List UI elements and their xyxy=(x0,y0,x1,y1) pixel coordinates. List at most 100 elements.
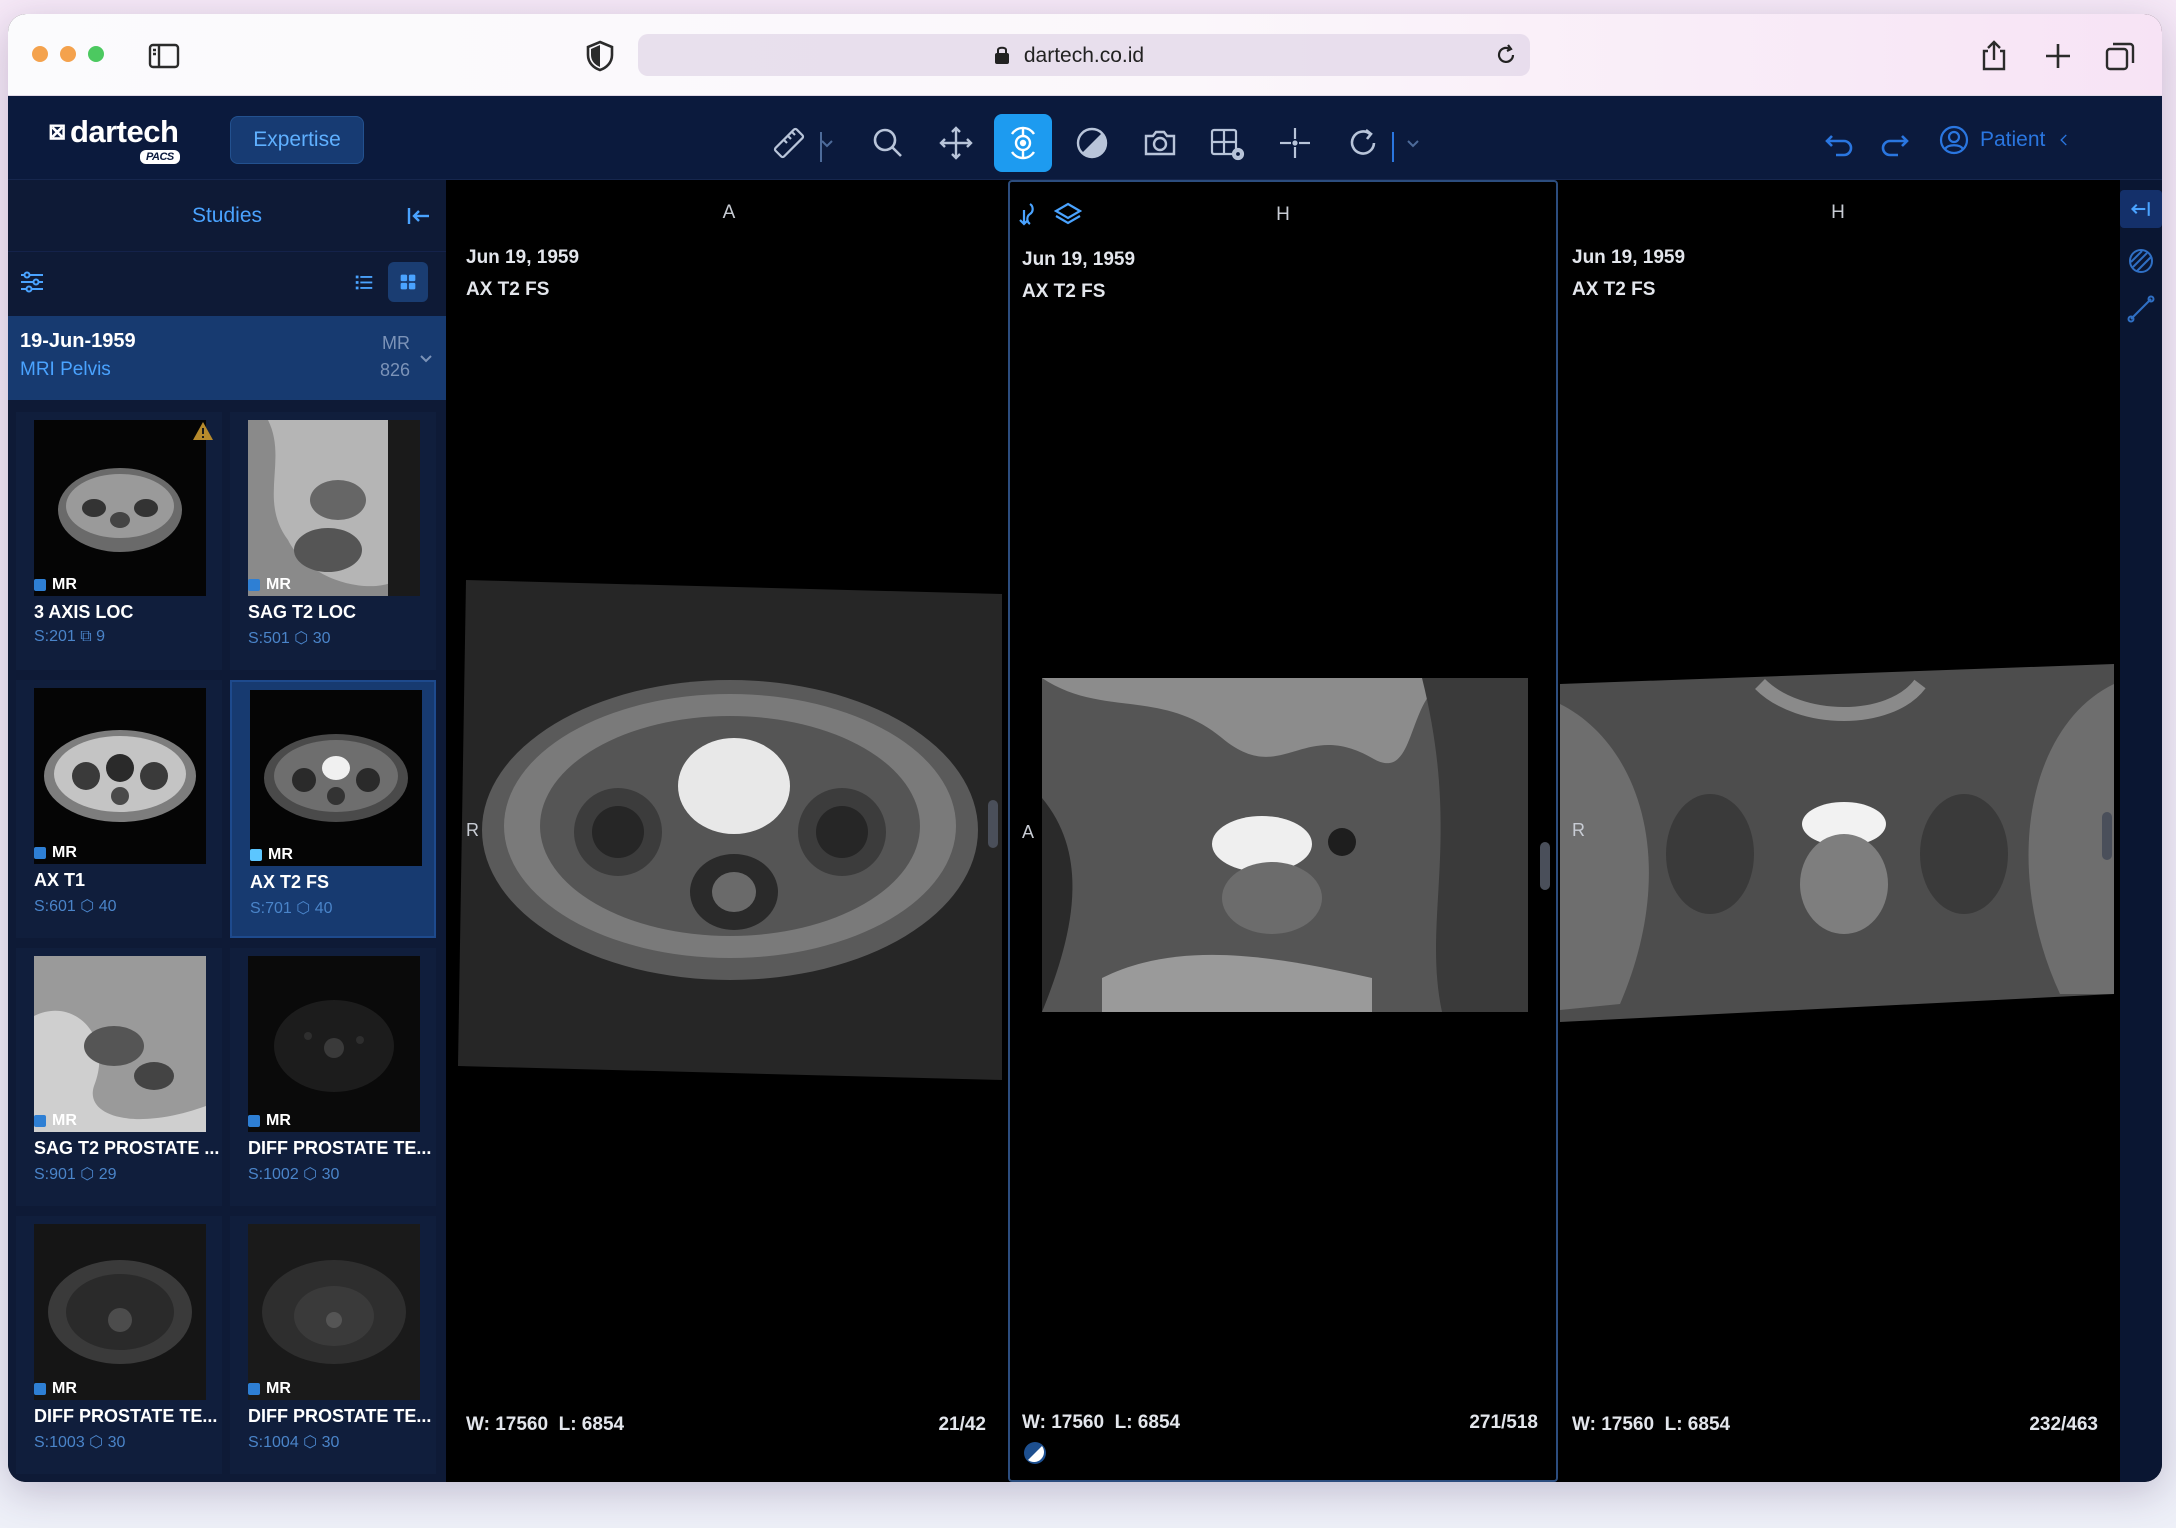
warning-icon xyxy=(193,422,213,440)
series-number: S:901 xyxy=(34,1166,76,1183)
viewport-scrollbar[interactable] xyxy=(2102,812,2112,860)
line-measure-icon[interactable] xyxy=(2126,294,2156,324)
viewport-coronal[interactable]: H Jun 19, 1959 AX T2 FS R W: 17560 L: 68… xyxy=(1560,180,2116,1482)
series-preview-image xyxy=(248,956,420,1132)
close-window-button[interactable] xyxy=(32,46,48,62)
study-date-label: Jun 19, 1959 xyxy=(466,247,580,268)
study-item[interactable]: 19-Jun-1959 MRI Pelvis MR 826 xyxy=(8,316,446,400)
sidebar-header: Studies xyxy=(8,180,446,252)
logo-text: dartech xyxy=(69,114,179,149)
viewport-sagittal[interactable]: H Jun 19, 1959 AX T2 FS A W: 17560 L: 68… xyxy=(1008,180,1558,1482)
rotate-icon[interactable] xyxy=(1334,114,1392,172)
series-meta: S:201 ⧉ 9 xyxy=(34,628,105,646)
series-thumbnail[interactable]: MR AX T1 S:601 ⬡ 40 xyxy=(16,680,222,938)
layout-grid-icon[interactable] xyxy=(1198,114,1256,172)
camera-icon[interactable] xyxy=(1131,114,1189,172)
viewport-scrollbar[interactable] xyxy=(1540,842,1550,890)
undo-icon[interactable] xyxy=(1810,114,1868,172)
series-preview-image xyxy=(248,420,420,596)
series-preview-image xyxy=(34,688,206,864)
patient-panel-toggle[interactable]: Patient xyxy=(1938,116,2073,164)
collapse-sidebar-icon[interactable] xyxy=(404,202,432,230)
viewport-scrollbar[interactable] xyxy=(988,800,998,848)
contrast-icon[interactable] xyxy=(1063,114,1121,172)
sphere-icon[interactable] xyxy=(2126,246,2156,276)
grid-view-button[interactable] xyxy=(388,262,428,302)
list-view-button[interactable] xyxy=(344,262,384,302)
orientation-top: H xyxy=(1831,202,1845,223)
studies-sidebar: Studies 19-Jun-1959 MRI Pelvis MR 826 MR… xyxy=(8,180,446,1482)
cube-icon: ⬡ xyxy=(303,1166,318,1183)
tab-overview-icon[interactable] xyxy=(2102,38,2138,74)
filter-settings-icon[interactable] xyxy=(18,268,46,296)
expertise-button[interactable]: Expertise xyxy=(230,116,364,164)
level-value: L: 6854 xyxy=(1664,1414,1731,1435)
modality-label: MR xyxy=(266,1112,291,1129)
window-level: W: 17560 L: 6854 xyxy=(1572,1414,1730,1436)
series-thumbnail[interactable]: MR DIFF PROSTATE TE... S:1002 ⬡ 30 xyxy=(230,948,436,1206)
viewport-info: Jun 19, 1959 AX T2 FS xyxy=(466,242,579,306)
shield-icon[interactable] xyxy=(582,38,618,74)
image-count: 30 xyxy=(107,1434,126,1451)
study-modality: MR xyxy=(382,333,410,353)
series-preview-image xyxy=(34,956,206,1132)
browser-window: dartech.co.id ⊠ dartech PACS Expertise P… xyxy=(8,14,2162,1482)
series-meta: S:1004 ⬡ 30 xyxy=(248,1432,339,1452)
logo: ⊠ dartech PACS xyxy=(48,114,180,164)
series-name: DIFF PROSTATE TE... xyxy=(248,1406,432,1426)
list-icon xyxy=(355,275,373,290)
mri-image xyxy=(1560,664,2114,1022)
pan-icon[interactable] xyxy=(927,114,985,172)
series-number: S:501 xyxy=(248,630,290,647)
share-icon[interactable] xyxy=(1976,38,2012,74)
crosshair-3d-icon[interactable] xyxy=(994,114,1052,172)
minimize-window-button[interactable] xyxy=(60,46,76,62)
chevron-down-icon[interactable] xyxy=(1392,114,1434,172)
study-modality-count: MR 826 xyxy=(380,330,410,384)
series-thumbnail[interactable]: MR DIFF PROSTATE TE... S:1004 ⬡ 30 xyxy=(230,1216,436,1474)
arrow-left-icon xyxy=(2130,202,2150,216)
series-thumbnail[interactable]: MR 3 AXIS LOC S:201 ⧉ 9 xyxy=(16,412,222,670)
mri-image xyxy=(458,580,1002,1080)
modality-label: MR xyxy=(52,844,77,861)
logo-subtitle: PACS xyxy=(140,150,180,164)
orientation-top: A xyxy=(722,202,736,223)
redo-icon[interactable] xyxy=(1866,114,1924,172)
series-thumbnail[interactable]: MR DIFF PROSTATE TE... S:1003 ⬡ 30 xyxy=(16,1216,222,1474)
reload-icon[interactable] xyxy=(1494,43,1518,67)
series-meta: S:601 ⬡ 40 xyxy=(34,896,116,916)
series-thumbnail[interactable]: MR SAG T2 PROSTATE ... S:901 ⬡ 29 xyxy=(16,948,222,1206)
series-thumbnail-selected[interactable]: MR AX T2 FS S:701 ⬡ 40 xyxy=(230,680,436,938)
user-icon xyxy=(1939,125,1969,155)
chevron-down-icon[interactable] xyxy=(418,350,434,366)
window-controls xyxy=(32,46,104,62)
series-label: AX T2 FS xyxy=(1572,279,1656,300)
modality-tag: MR xyxy=(248,1380,291,1398)
contrast-icon[interactable] xyxy=(1022,1440,1048,1466)
sidebar-toggle-icon[interactable] xyxy=(146,38,182,74)
image-count: 40 xyxy=(98,898,117,915)
address-bar[interactable]: dartech.co.id xyxy=(638,34,1530,76)
slice-index: 21/42 xyxy=(938,1414,986,1435)
series-number: S:701 xyxy=(250,900,292,917)
modality-tag: MR xyxy=(34,1112,77,1130)
chevron-down-icon[interactable] xyxy=(806,114,848,172)
window-level: W: 17560 L: 6854 xyxy=(1022,1412,1180,1434)
image-count: 30 xyxy=(312,630,331,647)
series-preview-image xyxy=(250,690,422,866)
new-tab-icon[interactable] xyxy=(2040,38,2076,74)
series-label: AX T2 FS xyxy=(466,279,550,300)
cube-icon: ⬡ xyxy=(80,898,95,915)
series-thumbnail[interactable]: MR SAG T2 LOC S:501 ⬡ 30 xyxy=(230,412,436,670)
series-meta: S:701 ⬡ 40 xyxy=(250,898,332,918)
crosshair-icon[interactable] xyxy=(1266,114,1324,172)
browser-toolbar: dartech.co.id xyxy=(8,14,2162,96)
zoom-icon[interactable] xyxy=(859,114,917,172)
expand-panel-button[interactable] xyxy=(2120,190,2162,228)
modality-label: MR xyxy=(266,1380,291,1397)
viewport-axial[interactable]: A Jun 19, 1959 AX T2 FS R W: 17560 L: 68… xyxy=(454,180,1004,1482)
study-date-label: Jun 19, 1959 xyxy=(1022,249,1136,270)
zoom-window-button[interactable] xyxy=(88,46,104,62)
patient-label: Patient xyxy=(1980,128,2046,151)
series-preview-image xyxy=(34,1224,206,1400)
